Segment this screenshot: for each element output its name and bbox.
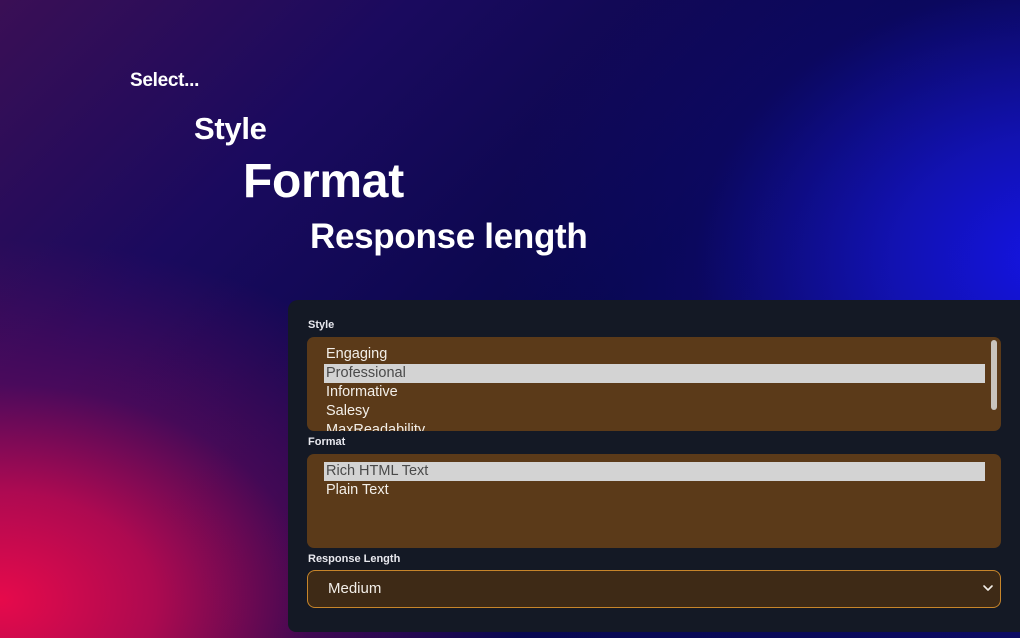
hero-style-text: Style (194, 111, 267, 146)
format-option-rich-html-text[interactable]: Rich HTML Text (324, 462, 985, 481)
settings-panel: Style Engaging Professional Informative … (288, 300, 1020, 632)
chevron-down-icon[interactable] (982, 583, 994, 593)
format-label: Format (308, 436, 346, 448)
style-label: Style (308, 319, 335, 331)
hero-select-text: Select... (130, 70, 200, 91)
hero-response-length-text: Response length (310, 217, 588, 256)
style-option-salesy[interactable]: Salesy (324, 402, 985, 421)
response-length-select[interactable]: Medium (307, 570, 1001, 608)
response-length-value: Medium (328, 580, 382, 597)
style-option-maxreadability[interactable]: MaxReadability (324, 421, 985, 431)
style-listbox[interactable]: Engaging Professional Informative Salesy… (307, 337, 1001, 431)
style-option-engaging[interactable]: Engaging (324, 345, 985, 364)
style-option-informative[interactable]: Informative (324, 383, 985, 402)
style-option-professional[interactable]: Professional (324, 364, 985, 383)
hero-format-text: Format (243, 155, 404, 208)
format-option-plain-text[interactable]: Plain Text (324, 481, 985, 500)
format-listbox[interactable]: Rich HTML Text Plain Text (307, 454, 1001, 548)
response-length-label: Response Length (308, 553, 401, 565)
style-listbox-scrollbar-thumb[interactable] (991, 340, 997, 410)
style-listbox-scrollbar[interactable] (991, 340, 997, 410)
